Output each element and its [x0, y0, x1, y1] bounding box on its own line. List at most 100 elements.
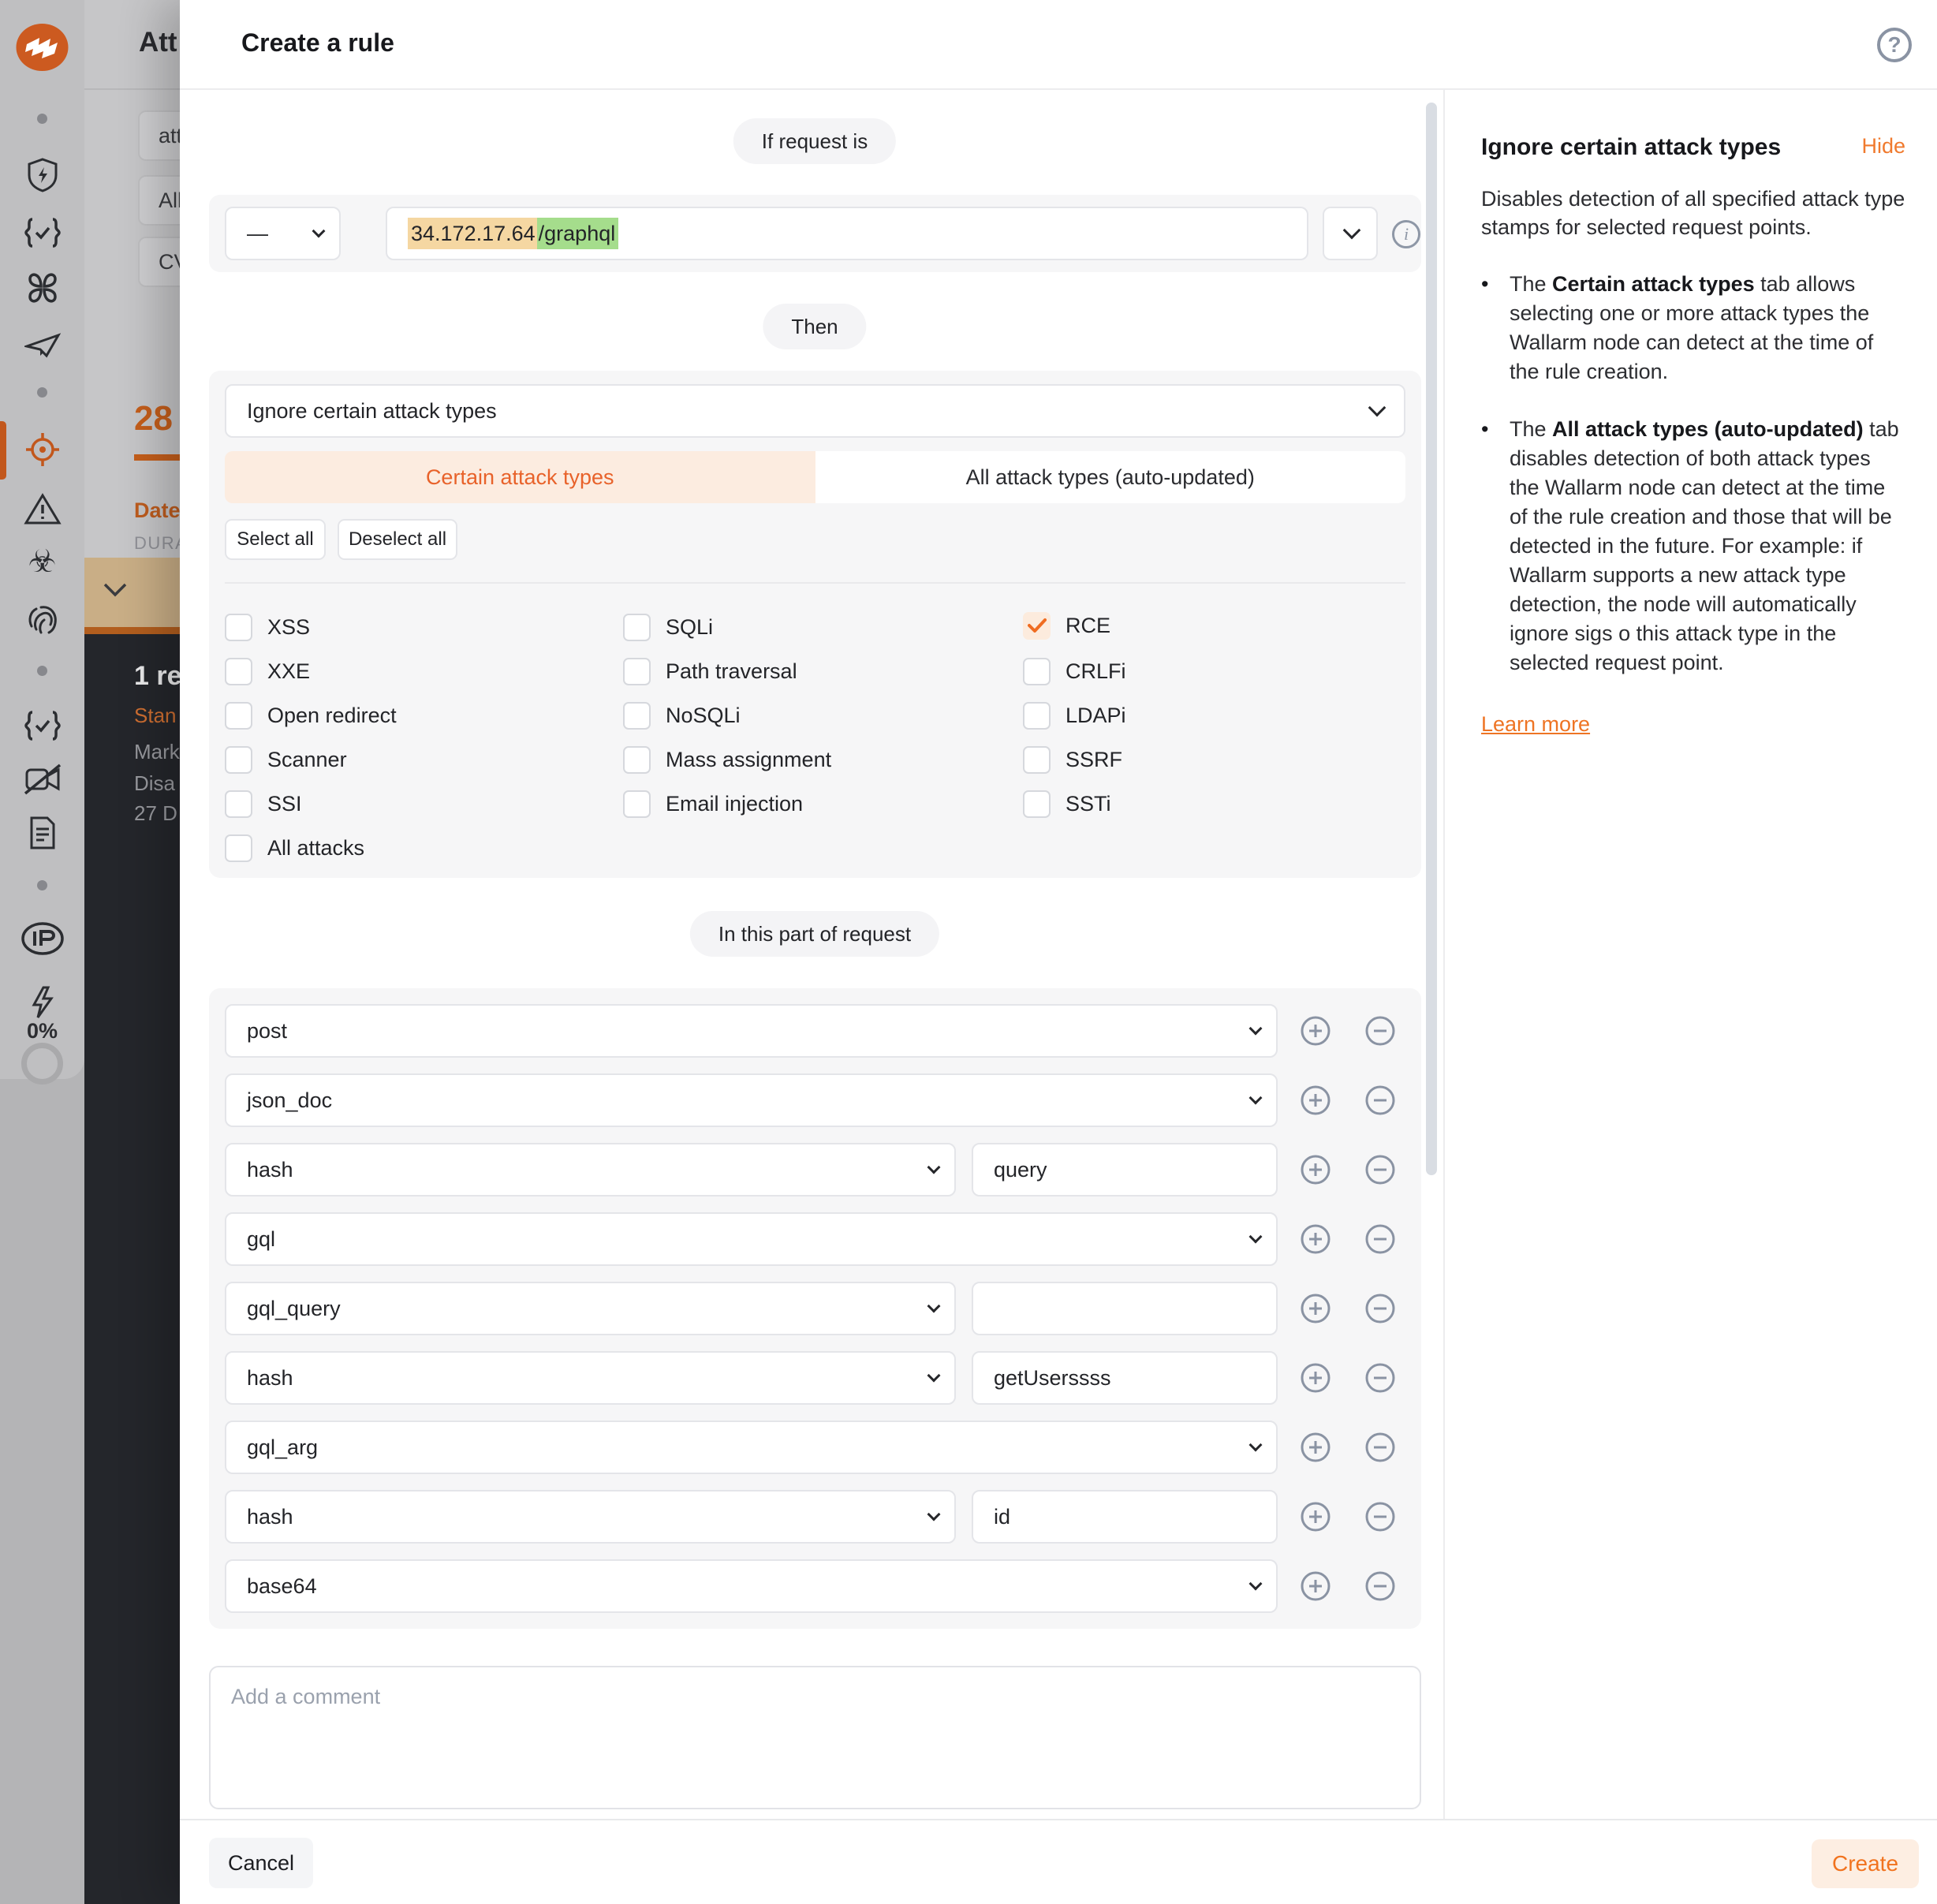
deselect-all-button[interactable]: Deselect all — [338, 519, 457, 560]
remove-part-button[interactable] — [1364, 1362, 1396, 1394]
remove-part-button[interactable] — [1364, 1154, 1396, 1185]
wallarm-logo[interactable] — [0, 24, 84, 71]
attack-checkbox-path-traversal[interactable]: Path traversal — [623, 657, 797, 685]
remove-part-button[interactable] — [1364, 1432, 1396, 1463]
checkbox[interactable] — [225, 614, 252, 641]
rule-type-select[interactable]: Ignore certain attack types — [225, 384, 1405, 438]
request-part-select[interactable]: base64 — [225, 1559, 1278, 1613]
request-part-select[interactable]: gql — [225, 1212, 1278, 1266]
attack-checkbox-scanner[interactable]: Scanner — [225, 745, 347, 774]
request-part-select[interactable]: json_doc — [225, 1073, 1278, 1127]
attack-checkbox-xss[interactable]: XSS — [225, 613, 310, 641]
checkbox[interactable] — [225, 702, 252, 730]
comment-input[interactable]: Add a comment — [209, 1666, 1421, 1809]
part-value-input[interactable]: query — [972, 1143, 1278, 1197]
fingerprint-icon[interactable] — [0, 603, 84, 636]
camera-off-icon[interactable] — [0, 763, 84, 795]
attack-checkbox-mass-assignment[interactable]: Mass assignment — [623, 745, 831, 774]
hide-link[interactable]: Hide — [1861, 134, 1905, 159]
attack-checkbox-sqli[interactable]: SQLi — [623, 613, 713, 641]
attack-checkbox-ssrf[interactable]: SSRF — [1023, 745, 1122, 774]
add-part-button[interactable] — [1300, 1570, 1331, 1602]
chevron-down-icon[interactable] — [103, 583, 127, 597]
document-icon[interactable] — [0, 816, 84, 849]
checkbox[interactable] — [225, 658, 252, 685]
add-part-button[interactable] — [1300, 1432, 1331, 1463]
attack-checkbox-xxe[interactable]: XXE — [225, 657, 310, 685]
part-value-input[interactable]: getUserssss — [972, 1351, 1278, 1405]
checkbox[interactable] — [225, 746, 252, 774]
attack-type-tabs: Certain attack types All attack types (a… — [225, 451, 1405, 503]
filter-chip[interactable]: att — [138, 110, 180, 161]
lightning-icon[interactable] — [0, 986, 84, 1019]
attack-checkbox-open-redirect[interactable]: Open redirect — [225, 701, 397, 730]
expand-condition-button[interactable] — [1323, 207, 1378, 260]
tab-all-attack-types[interactable]: All attack types (auto-updated) — [815, 451, 1406, 503]
learn-more-link[interactable]: Learn more — [1481, 712, 1590, 737]
request-part-select[interactable]: gql_arg — [225, 1421, 1278, 1474]
braces-check-icon[interactable] — [0, 217, 84, 248]
chevron-down-icon — [1249, 1577, 1263, 1591]
select-all-button[interactable]: Select all — [225, 519, 326, 560]
checkbox[interactable] — [623, 746, 651, 774]
paper-plane-icon[interactable] — [0, 329, 84, 360]
checkbox[interactable] — [1023, 746, 1051, 774]
request-part-select[interactable]: gql_query — [225, 1282, 956, 1335]
checkbox[interactable] — [1023, 790, 1051, 818]
checkbox[interactable] — [623, 790, 651, 818]
remove-part-button[interactable] — [1364, 1015, 1396, 1047]
add-part-button[interactable] — [1300, 1293, 1331, 1324]
uri-part-select[interactable]: — — [225, 207, 341, 260]
attack-checkbox-ldapi[interactable]: LDAPi — [1023, 701, 1126, 730]
info-icon[interactable]: i — [1392, 220, 1420, 248]
clover-icon[interactable] — [0, 271, 84, 305]
modal-scrollbar[interactable] — [1426, 103, 1437, 1175]
attack-checkbox-all-attacks[interactable]: All attacks — [225, 834, 364, 862]
add-part-button[interactable] — [1300, 1154, 1331, 1185]
uri-input[interactable]: 34.172.17.64/graphql — [386, 207, 1308, 260]
attack-checkbox-email-injection[interactable]: Email injection — [623, 790, 803, 818]
help-icon[interactable]: ? — [1877, 28, 1912, 62]
checkbox[interactable] — [1023, 702, 1051, 730]
request-part-select[interactable]: post — [225, 1004, 1278, 1058]
attack-checkbox-rce[interactable]: RCE — [1023, 611, 1110, 640]
add-part-button[interactable] — [1300, 1085, 1331, 1116]
checkbox[interactable] — [623, 658, 651, 685]
checkbox[interactable] — [623, 702, 651, 730]
add-part-button[interactable] — [1300, 1501, 1331, 1533]
braces-check-icon[interactable] — [0, 710, 84, 741]
attack-checkbox-nosqli[interactable]: NoSQLi — [623, 701, 741, 730]
checkbox-checked[interactable] — [1023, 612, 1051, 640]
tab-certain-attack-types[interactable]: Certain attack types — [225, 451, 815, 503]
attack-checkbox-ssti[interactable]: SSTi — [1023, 790, 1111, 818]
warning-triangle-icon[interactable] — [0, 492, 84, 525]
checkbox[interactable] — [225, 790, 252, 818]
ip-icon[interactable] — [0, 921, 84, 956]
request-part-select[interactable]: hash — [225, 1490, 956, 1544]
request-part-select[interactable]: hash — [225, 1351, 956, 1405]
cancel-button[interactable]: Cancel — [209, 1838, 313, 1888]
add-part-button[interactable] — [1300, 1015, 1331, 1047]
part-value-input[interactable]: id — [972, 1490, 1278, 1544]
request-part-select[interactable]: hash — [225, 1143, 956, 1197]
create-button[interactable]: Create — [1812, 1839, 1919, 1888]
checkbox[interactable] — [225, 834, 252, 862]
add-part-button[interactable] — [1300, 1362, 1331, 1394]
remove-part-button[interactable] — [1364, 1501, 1396, 1533]
selected-attack-row[interactable]: 27 D 2024 — [84, 558, 180, 627]
attack-checkbox-crlfi[interactable]: CRLFi — [1023, 657, 1126, 685]
remove-part-button[interactable] — [1364, 1085, 1396, 1116]
checkbox[interactable] — [623, 614, 651, 641]
filter-chip[interactable]: CV — [138, 237, 180, 287]
avatar[interactable] — [21, 1043, 63, 1085]
remove-part-button[interactable] — [1364, 1223, 1396, 1255]
remove-part-button[interactable] — [1364, 1570, 1396, 1602]
shield-bolt-icon[interactable] — [0, 158, 84, 192]
add-part-button[interactable] — [1300, 1223, 1331, 1255]
checkbox[interactable] — [1023, 658, 1051, 685]
remove-part-button[interactable] — [1364, 1293, 1396, 1324]
filter-chip[interactable]: All — [138, 175, 180, 226]
attack-checkbox-ssi[interactable]: SSI — [225, 790, 302, 818]
part-value-input[interactable] — [972, 1282, 1278, 1335]
target-icon[interactable] — [0, 432, 84, 467]
